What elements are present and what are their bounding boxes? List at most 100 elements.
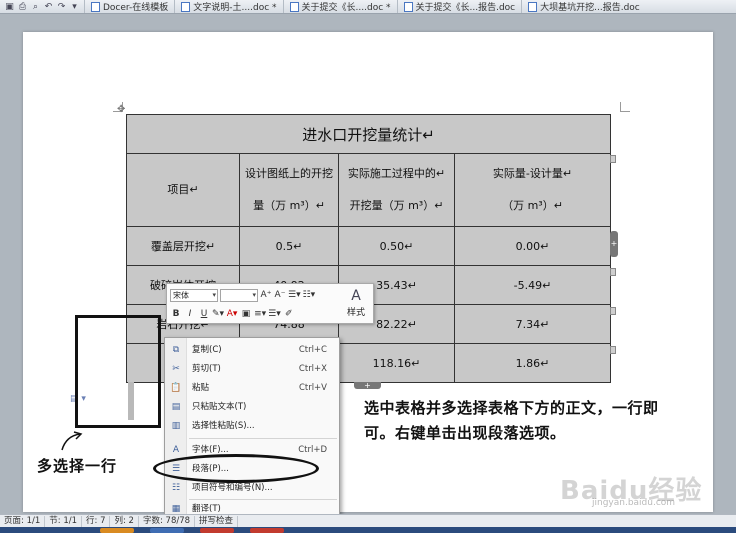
print-preview-icon[interactable]: ⌕ bbox=[30, 1, 41, 13]
tab-label: 文字说明-土....doc * bbox=[193, 3, 277, 13]
add-column-icon[interactable]: + bbox=[610, 231, 618, 257]
status-col: 列: 2 bbox=[110, 515, 139, 527]
header-line: 实际量-设计量↵ bbox=[492, 167, 573, 180]
print-icon[interactable]: ⎙ bbox=[17, 1, 28, 13]
chevron-down-icon: ▾ bbox=[252, 290, 256, 299]
add-row-icon[interactable]: + bbox=[354, 382, 381, 390]
undo-icon[interactable]: ↶ bbox=[43, 1, 54, 13]
numbered-list-icon[interactable]: ☷▾ bbox=[303, 288, 316, 302]
font-size-select[interactable]: ▾ bbox=[220, 288, 258, 302]
menu-item-shortcut: Ctrl+X bbox=[298, 364, 327, 374]
docer-icon bbox=[91, 1, 100, 12]
quick-access-toolbar: ▣ ⎙ ⌕ ↶ ↷ ▾ bbox=[0, 0, 84, 13]
menu-item-paste-text[interactable]: ▤ 只粘贴文本(T) bbox=[165, 398, 339, 416]
menu-item-label: 粘贴 bbox=[192, 383, 210, 393]
header-cell[interactable]: 实际量-设计量↵ （万 m³）↵ bbox=[453, 153, 612, 227]
menu-item-label: 只粘贴文本(T) bbox=[192, 402, 247, 412]
header-line: 实际施工过程中的↵ bbox=[347, 167, 446, 180]
status-page[interactable]: 页面: 1/1 bbox=[0, 515, 46, 527]
tab-document-1[interactable]: 文字说明-土....doc * bbox=[174, 0, 282, 13]
baidu-watermark-url: jingyan.baidu.com bbox=[592, 498, 676, 508]
tab-document-4[interactable]: 大坝基坑开挖...报告.doc bbox=[521, 0, 646, 13]
header-cell[interactable]: 设计图纸上的开挖 量（万 m³）↵ bbox=[239, 153, 339, 227]
annotation-right-note: 选中表格并多选择表格下方的正文，一行即可。右键单击出现段落选项。 bbox=[364, 399, 659, 442]
shrink-font-button[interactable]: A⁻ bbox=[274, 288, 286, 302]
table-cell[interactable]: 0.50↵ bbox=[338, 226, 455, 266]
table-cell[interactable]: 覆盖层开挖↵ bbox=[126, 226, 240, 266]
status-chars[interactable]: 字数: 78/78 bbox=[139, 515, 196, 527]
annotation-rectangle bbox=[75, 315, 161, 428]
menu-item-shortcut: Ctrl+V bbox=[298, 383, 327, 393]
floating-format-toolbar: 宋体 ▾ ▾ A⁺ A⁻ ☰▾ ☷▾ B I U ✎▾ A▾ ▣ ≡▾ ☰▾ ✐ … bbox=[166, 283, 374, 324]
line-spacing-icon[interactable]: ☰▾ bbox=[268, 307, 281, 321]
document-tab-bar: ▣ ⎙ ⌕ ↶ ↷ ▾ Docer-在线模板 文字说明-土....doc * 关… bbox=[0, 0, 736, 14]
bullet-list-icon[interactable]: ☰▾ bbox=[288, 288, 301, 302]
menu-item-shortcut: Ctrl+D bbox=[298, 445, 327, 455]
menu-item-shortcut: Ctrl+C bbox=[298, 345, 327, 355]
table-title[interactable]: 进水口开挖量统计↵ bbox=[125, 114, 612, 154]
row-end-marker bbox=[610, 268, 616, 276]
status-spellcheck[interactable]: 拼写检查 bbox=[195, 515, 239, 527]
menu-item-cut[interactable]: ✂ 剪切(T) Ctrl+X bbox=[165, 360, 339, 378]
styles-button[interactable]: A 样式 bbox=[341, 287, 371, 321]
table-cell[interactable]: 118.16↵ bbox=[338, 343, 455, 383]
table-cell[interactable]: 0.00↵ bbox=[453, 226, 612, 266]
table-move-handle-icon[interactable]: ✥ bbox=[117, 104, 125, 115]
font-name-value: 宋体 bbox=[173, 290, 189, 300]
bullets-icon: ☷ bbox=[171, 483, 181, 493]
annotation-left-note: 多选择一行 bbox=[37, 457, 118, 475]
tab-label: 关于提交《长....doc * bbox=[301, 3, 391, 13]
row-end-marker bbox=[610, 346, 616, 354]
highlight-icon[interactable]: ✎▾ bbox=[212, 307, 224, 321]
save-icon[interactable]: ▣ bbox=[4, 1, 15, 13]
table-row: 覆盖层开挖↵ 0.5↵ 0.50↵ 0.00↵ bbox=[126, 226, 612, 266]
underline-button[interactable]: U bbox=[198, 307, 210, 321]
taskbar-item[interactable] bbox=[200, 528, 234, 533]
taskbar-item[interactable] bbox=[250, 528, 284, 533]
header-line: 设计图纸上的开挖 bbox=[245, 167, 333, 180]
paste-icon: 📋 bbox=[170, 383, 182, 393]
header-cell[interactable]: 项目↵ bbox=[126, 153, 240, 227]
menu-item-label: 剪切(T) bbox=[192, 364, 221, 374]
styles-icon: A bbox=[351, 288, 361, 304]
taskbar-item[interactable] bbox=[100, 528, 134, 533]
grow-font-button[interactable]: A⁺ bbox=[260, 288, 272, 302]
font-color-icon[interactable]: A▾ bbox=[226, 307, 238, 321]
table-cell[interactable]: 1.86↵ bbox=[453, 343, 612, 383]
tab-document-2[interactable]: 关于提交《长....doc * bbox=[282, 0, 397, 13]
tab-label: Docer-在线模板 bbox=[103, 3, 169, 13]
taskbar-item[interactable] bbox=[150, 528, 184, 533]
tab-docer[interactable]: Docer-在线模板 bbox=[84, 0, 174, 13]
menu-item-copy[interactable]: ⧉ 复制(C) Ctrl+C bbox=[165, 341, 339, 359]
more-icon[interactable]: ▾ bbox=[69, 1, 80, 13]
format-painter-icon[interactable]: ✐ bbox=[283, 307, 295, 321]
status-bar: 页面: 1/1 节: 1/1 行: 7 列: 2 字数: 78/78 拼写检查 bbox=[0, 514, 736, 527]
align-icon[interactable]: ≡▾ bbox=[254, 307, 266, 321]
styles-label: 样式 bbox=[346, 308, 365, 318]
italic-button[interactable]: I bbox=[184, 307, 196, 321]
redo-icon[interactable]: ↷ bbox=[56, 1, 67, 13]
char-shading-icon[interactable]: ▣ bbox=[240, 307, 252, 321]
chevron-down-icon: ▾ bbox=[212, 290, 216, 299]
table-cell[interactable]: 7.34↵ bbox=[453, 304, 612, 344]
font-icon: A bbox=[172, 445, 180, 455]
header-line: （万 m³）↵ bbox=[502, 199, 563, 212]
document-icon bbox=[181, 1, 191, 12]
document-icon bbox=[289, 1, 299, 12]
scissors-icon: ✂ bbox=[172, 364, 180, 374]
annotation-arrow-icon bbox=[61, 431, 83, 451]
font-name-select[interactable]: 宋体 ▾ bbox=[170, 288, 218, 302]
annotation-ellipse bbox=[153, 454, 319, 483]
menu-item-paste[interactable]: 📋 粘贴 Ctrl+V bbox=[165, 379, 339, 397]
table-cell[interactable]: -5.49↵ bbox=[453, 265, 612, 305]
header-line: 项目↵ bbox=[167, 183, 199, 196]
bold-button[interactable]: B bbox=[170, 307, 182, 321]
tab-document-3[interactable]: 关于提交《长...报告.doc bbox=[396, 0, 522, 13]
paste-special-icon: ▥ bbox=[171, 421, 181, 431]
crop-mark bbox=[620, 102, 630, 112]
table-cell[interactable]: 0.5↵ bbox=[239, 226, 339, 266]
menu-item-paste-special[interactable]: ▥ 选择性粘贴(S)... bbox=[165, 417, 339, 435]
menu-item-label: 复制(C) bbox=[192, 345, 222, 355]
status-section: 节: 1/1 bbox=[45, 515, 82, 527]
header-cell[interactable]: 实际施工过程中的↵ 开挖量（万 m³）↵ bbox=[338, 153, 455, 227]
